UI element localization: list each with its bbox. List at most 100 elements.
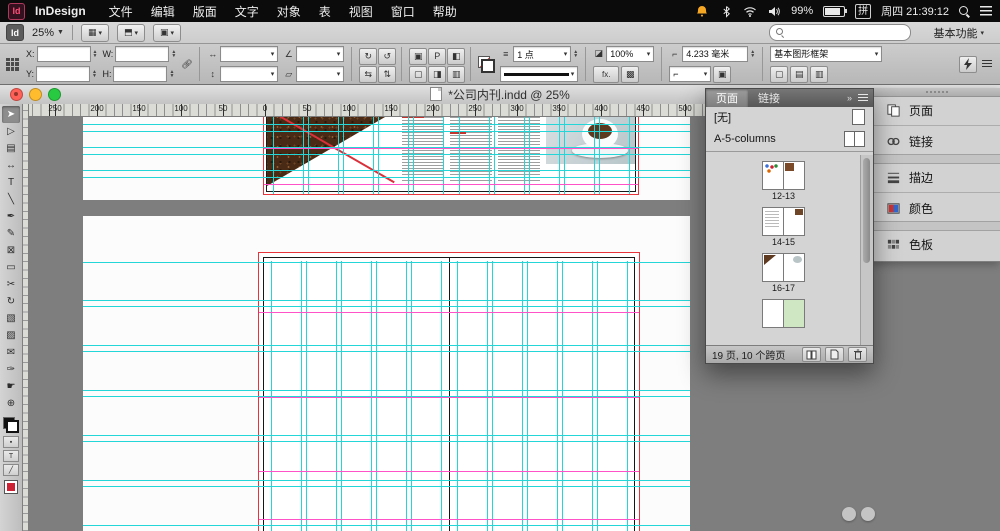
text-column[interactable] — [498, 116, 540, 182]
paragraph-button[interactable]: P — [428, 47, 447, 65]
control-panel-menu-icon[interactable] — [982, 60, 992, 68]
view-options-button[interactable]: ▦ ▾ — [80, 23, 109, 42]
shear-angle-input[interactable] — [300, 68, 335, 80]
dock-item-stroke[interactable]: 描边 — [873, 164, 1000, 190]
new-page-button[interactable] — [825, 347, 844, 362]
stroke-swatch[interactable] — [481, 58, 496, 73]
zoom-level-dropdown[interactable]: 25% ▼ — [32, 27, 64, 39]
wrap-bounding-box-button[interactable]: ▤ — [790, 65, 809, 83]
height-input[interactable] — [117, 68, 164, 80]
apply-formatting-to-container-button[interactable]: ▪ — [3, 436, 19, 448]
rotation-angle-input[interactable] — [300, 48, 335, 60]
minimize-window-button[interactable] — [29, 87, 42, 101]
corner-shape-dropdown[interactable]: ⌐ ▾ — [669, 66, 712, 82]
zoom-window-button[interactable] — [48, 87, 61, 101]
pasteboard-bottom[interactable] — [83, 216, 690, 531]
spread-thumbnail-16-17[interactable]: 16-17 — [762, 253, 805, 293]
note-tool[interactable]: ✉ — [2, 344, 20, 361]
gap-tool[interactable]: ↔ — [2, 157, 20, 174]
arrange-documents-button[interactable]: ▣ ▾ — [152, 23, 181, 42]
pencil-tool[interactable]: ✎ — [2, 225, 20, 242]
tab-pages[interactable]: 页面 — [706, 89, 748, 107]
flip-horizontal-button[interactable]: ⇆ — [359, 65, 378, 83]
menubar-item-4[interactable]: 文字 — [226, 3, 268, 20]
vertical-ruler[interactable] — [22, 104, 29, 531]
collapse-panel-icon[interactable]: » — [847, 93, 852, 103]
edit-page-size-button[interactable] — [802, 347, 821, 362]
notification-bell-icon[interactable] — [695, 4, 709, 18]
volume-icon[interactable] — [767, 4, 781, 18]
bluetooth-icon[interactable] — [719, 4, 733, 18]
dock-item-pages[interactable]: 页面 — [873, 97, 1000, 123]
fill-stroke-proxy[interactable] — [478, 55, 496, 73]
pages-scrollbar[interactable] — [860, 155, 873, 346]
spotlight-icon[interactable] — [959, 5, 970, 17]
select-next-button[interactable]: ◨ — [428, 65, 447, 83]
spread-bottom[interactable] — [258, 252, 640, 531]
constrain-proportions-icon[interactable]: 🔗︎ — [181, 59, 192, 70]
width-input[interactable] — [119, 48, 166, 60]
delete-page-button[interactable] — [848, 347, 867, 362]
stroke-weight-dropdown[interactable]: 1 点 ▾ — [513, 46, 572, 62]
apply-formatting-to-text-button[interactable]: T — [3, 450, 19, 462]
spread-thumbnail-14-15[interactable]: 14-15 — [762, 207, 805, 247]
scale-y-input[interactable] — [224, 68, 269, 80]
close-window-button[interactable] — [10, 87, 23, 101]
search-input[interactable] — [788, 26, 905, 39]
rotate-ccw-button[interactable]: ↺ — [378, 47, 397, 65]
corner-radius-field[interactable]: 4.233 毫米 — [682, 45, 749, 62]
rectangle-frame-tool[interactable]: ⊠ — [2, 242, 20, 259]
screen-mode-button[interactable]: ⬒ ▾ — [116, 23, 145, 42]
select-content-button[interactable]: ◧ — [447, 47, 466, 65]
indesign-app-icon[interactable]: Id — [8, 2, 25, 20]
fit-content-button[interactable]: ▣ — [713, 65, 732, 83]
drop-shadow-button[interactable]: ▩ — [621, 65, 640, 83]
pen-tool[interactable]: ✒ — [2, 208, 20, 225]
apply-none-button[interactable]: ╱ — [3, 464, 19, 476]
direct-selection-tool[interactable]: ▷ — [2, 123, 20, 140]
stroke-style-dropdown[interactable]: ▾ — [500, 66, 579, 82]
select-previous-button[interactable]: ▢ — [409, 65, 428, 83]
app-name[interactable]: InDesign — [35, 4, 86, 18]
wifi-icon[interactable] — [743, 4, 757, 18]
pasteboard-top[interactable] — [83, 116, 690, 200]
menubar-item-3[interactable]: 版面 — [184, 3, 226, 20]
quick-apply-icon[interactable] — [959, 55, 977, 73]
eyedropper-tool[interactable]: ✑ — [2, 361, 20, 378]
x-position-input[interactable] — [40, 48, 87, 60]
scrollbar-thumb[interactable] — [863, 158, 870, 263]
rectangle-tool[interactable]: ▭ — [2, 259, 20, 276]
gradient-feather-tool[interactable]: ▨ — [2, 327, 20, 344]
panel-menu-icon[interactable] — [858, 94, 868, 102]
spread-top[interactable] — [263, 116, 639, 195]
menubar-item-8[interactable]: 窗口 — [382, 3, 424, 20]
spread-thumbnail-12-13[interactable]: 12-13 — [762, 161, 805, 201]
master-a-row[interactable]: A-5-columns — [706, 129, 873, 149]
menubar-item-5[interactable]: 对象 — [268, 3, 310, 20]
object-style-dropdown[interactable]: 基本图形框架 ▾ — [770, 45, 883, 62]
dock-item-color[interactable]: 颜色 — [873, 195, 1000, 221]
y-position-input[interactable] — [40, 68, 87, 80]
dock-item-links[interactable]: 链接 — [873, 128, 1000, 154]
type-tool[interactable]: T — [2, 174, 20, 191]
page-tool[interactable]: ▤ — [2, 140, 20, 157]
dock-drag-grip[interactable] — [873, 88, 1000, 97]
dock-item-swatches[interactable]: 色板 — [873, 231, 1000, 257]
tab-links[interactable]: 链接 — [748, 89, 790, 107]
notification-center-icon[interactable] — [980, 6, 992, 16]
text-column[interactable] — [450, 116, 492, 182]
gradient-swatch-tool[interactable]: ▧ — [2, 310, 20, 327]
scale-x-input[interactable] — [224, 48, 269, 60]
menubar-item-9[interactable]: 帮助 — [424, 3, 466, 20]
menubar-item-6[interactable]: 表 — [310, 3, 340, 20]
hand-tool[interactable]: ☛ — [2, 378, 20, 395]
zoom-tool[interactable]: ⊕ — [2, 395, 20, 412]
workspace-switcher[interactable]: 基本功能 ▾ — [933, 25, 984, 41]
selection-tool[interactable]: ➤ — [2, 106, 20, 123]
menubar-item-1[interactable]: 文件 — [100, 3, 142, 20]
search-box[interactable] — [769, 24, 912, 41]
reference-point-proxy[interactable] — [6, 57, 19, 71]
stroke-color-swatch[interactable] — [6, 420, 19, 433]
rotate-cw-button[interactable]: ↻ — [359, 47, 378, 65]
menubar-item-7[interactable]: 视图 — [340, 3, 382, 20]
